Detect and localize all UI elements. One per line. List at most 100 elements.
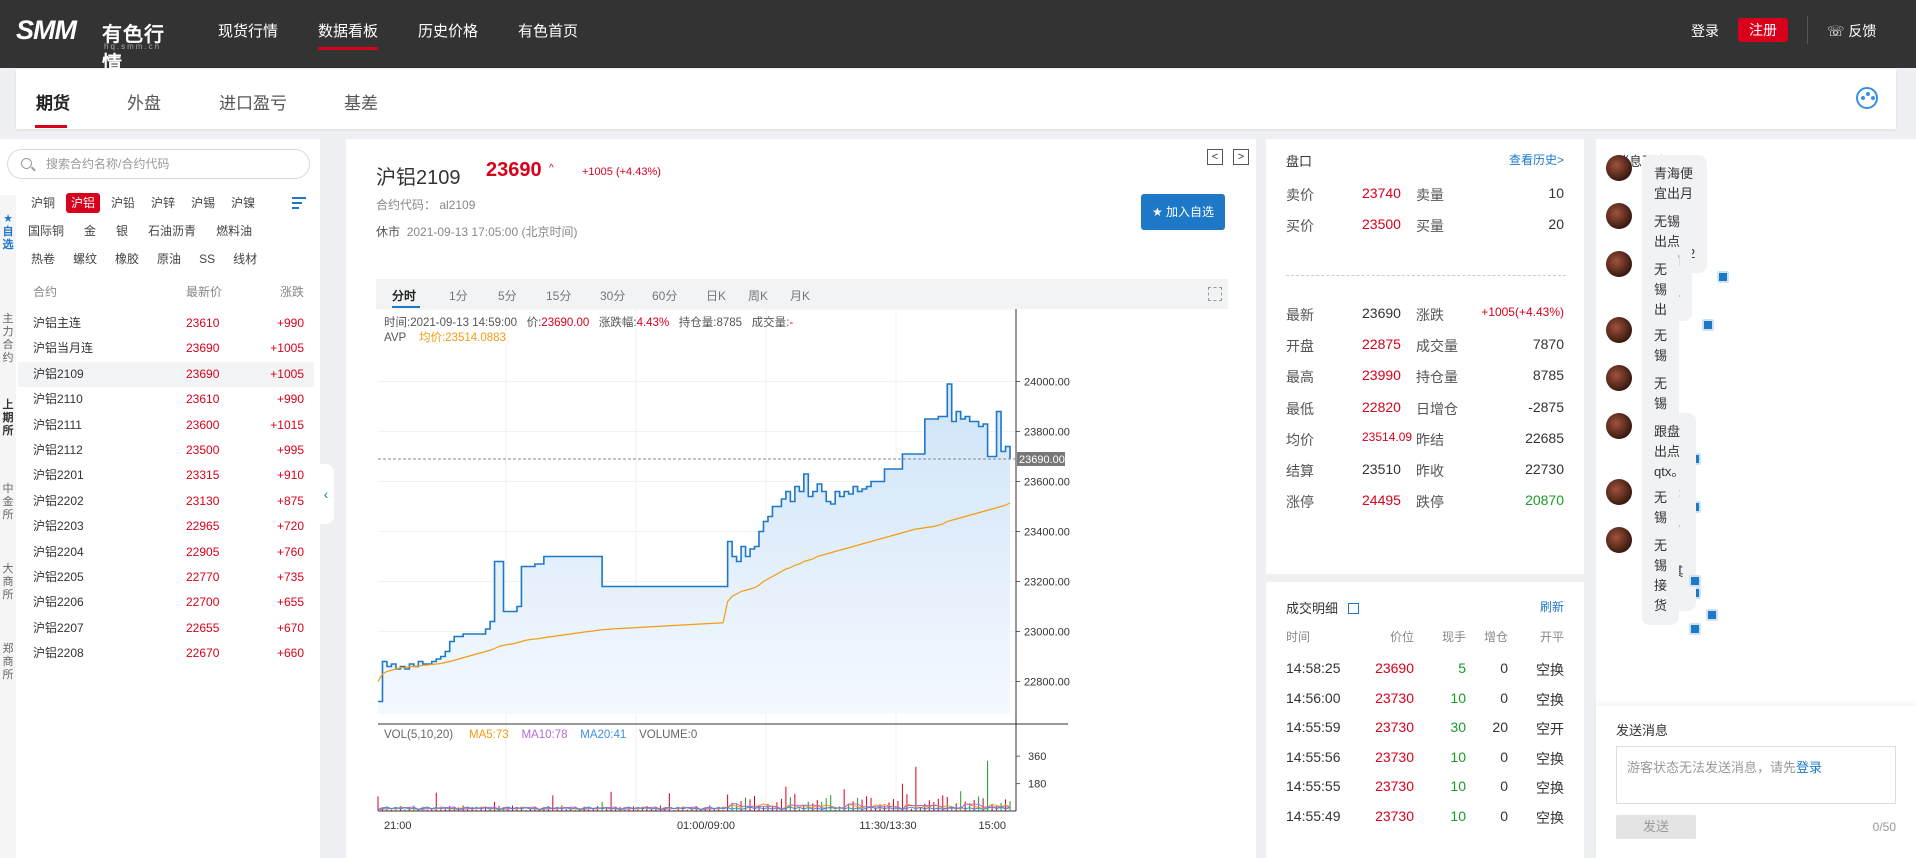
contract-price: 23500 — [186, 443, 220, 457]
contract-row[interactable]: 沪铝2201 23315 +910 — [18, 463, 314, 488]
tab-daily-k[interactable]: 日K — [706, 287, 726, 304]
contract-row[interactable]: 沪铝2111 23600 +1015 — [18, 413, 314, 438]
vtab-main-contracts[interactable]: 主力合约 — [2, 313, 14, 365]
metal-rubber[interactable]: 橡胶 — [110, 249, 144, 269]
tab-1min[interactable]: 1分 — [449, 287, 468, 304]
metal-copper[interactable]: 沪铜 — [26, 193, 60, 213]
feedback-link[interactable]: ☏ 反馈 — [1827, 21, 1876, 41]
tab-60min[interactable]: 60分 — [652, 287, 677, 304]
search-icon — [21, 158, 32, 169]
contract-row[interactable]: 沪铝2204 22905 +760 — [18, 540, 314, 565]
nav-spot[interactable]: 现货行情 — [218, 0, 278, 68]
nav-home[interactable]: 有色首页 — [518, 0, 578, 68]
metal-aluminum[interactable]: 沪铝 — [66, 193, 101, 213]
timeshare-chart[interactable]: 24000.00 23800.00 23600.00 23400.00 23200.00… — [376, 309, 1228, 849]
category-tabs: 期货 外盘 进口盈亏 基差 — [16, 69, 1896, 129]
metal-rebar[interactable]: 螺纹 — [68, 249, 102, 269]
contract-change: +760 — [276, 544, 304, 559]
metal-gold[interactable]: 金 — [79, 221, 101, 241]
contract-row[interactable]: 沪铝2202 23130 +875 — [18, 489, 314, 514]
send-button[interactable]: 发送 — [1616, 815, 1696, 839]
avatar — [1606, 155, 1632, 181]
vtab-favorites[interactable]: ★ 自选 — [2, 213, 14, 252]
contract-row[interactable]: 沪铝2206 22700 +655 — [18, 590, 314, 615]
metal-nickel[interactable]: 沪镍 — [226, 193, 260, 213]
tab-timeshare[interactable]: 分时 — [392, 287, 416, 304]
tab-weekly-k[interactable]: 周K — [748, 287, 768, 304]
contract-change: +735 — [276, 570, 304, 584]
fullscreen-icon[interactable] — [1208, 287, 1222, 301]
refresh-link[interactable]: 刷新 — [1540, 598, 1564, 615]
smm-logo[interactable]: SMM 有色行情 hq.smm.cn — [14, 14, 184, 75]
contract-row[interactable]: 沪铝主连 23610 +990 — [18, 311, 314, 336]
nav-history[interactable]: 历史价格 — [418, 0, 478, 68]
contract-change: +670 — [276, 620, 304, 635]
contract-row[interactable]: 沪铝2109 23690 +1005 — [18, 361, 314, 387]
tab-monthly-k[interactable]: 月K — [790, 287, 810, 304]
contract-change: +995 — [276, 443, 304, 457]
register-button[interactable]: 注册 — [1738, 18, 1788, 42]
crosshair-info: 时间:2021-09-13 14:59:00 价:23690.00 涨跌幅:4.… — [384, 314, 793, 330]
metal-wire-rod[interactable]: 线材 — [228, 249, 262, 269]
tab-futures[interactable]: 期货 — [36, 89, 70, 114]
contract-row[interactable]: 沪铝2112 23500 +995 — [18, 438, 314, 463]
contract-change: +1005 — [270, 341, 304, 356]
metal-crude[interactable]: 原油 — [152, 249, 186, 269]
quote-label: 结算 — [1286, 463, 1314, 479]
metal-intl-copper[interactable]: 国际铜 — [23, 221, 69, 241]
prev-contract-button[interactable]: < — [1207, 149, 1223, 165]
tab-overseas[interactable]: 外盘 — [127, 89, 161, 114]
contract-change: +720 — [276, 519, 304, 534]
contract-name: 沪铝主连 — [33, 316, 82, 330]
vtab-cffex[interactable]: 中金所 — [2, 483, 14, 522]
add-favorite-button[interactable]: ★ 加入自选 — [1141, 194, 1225, 230]
view-history-link[interactable]: 查看历史> — [1509, 151, 1564, 168]
tab-30min[interactable]: 30分 — [600, 287, 625, 304]
contract-name: 沪铝当月连 — [33, 341, 94, 356]
list-icon[interactable] — [1347, 603, 1359, 614]
contract-row[interactable]: 沪铝2110 23610 +990 — [18, 387, 314, 412]
quote-label: 最高 — [1286, 369, 1314, 386]
metal-asphalt[interactable]: 石油沥青 — [143, 221, 201, 241]
trade-oi-change: 0 — [1500, 660, 1508, 676]
login-link-inline[interactable]: 登录 — [1796, 760, 1822, 775]
filter-icon[interactable] — [292, 197, 306, 212]
vtab-dce[interactable]: 大商所 — [2, 563, 14, 602]
tab-basis[interactable]: 基差 — [344, 89, 378, 114]
metal-lead[interactable]: 沪铅 — [106, 193, 140, 213]
quote-value: 20870 — [1525, 492, 1564, 509]
message-input[interactable]: 游客状态无法发送消息，请先登录 — [1616, 746, 1896, 804]
avatar — [1606, 203, 1632, 229]
trade-oi-change: 0 — [1500, 807, 1508, 824]
latest-price: 23690 — [486, 159, 542, 181]
nav-dashboard[interactable]: 数据看板 — [318, 0, 379, 68]
trade-price: 23730 — [1375, 807, 1414, 824]
contract-row[interactable]: 沪铝当月连 23690 +1005 — [18, 336, 314, 361]
user-badge-icon — [1706, 609, 1718, 621]
palette-icon[interactable] — [1856, 87, 1878, 109]
search-input[interactable]: 搜索合约名称/合约代码 — [7, 149, 310, 179]
y-tick-label: 23600.00 — [1024, 477, 1070, 489]
quote-value: 23990 — [1362, 367, 1401, 384]
metal-zinc[interactable]: 沪锌 — [146, 193, 180, 213]
tab-5min[interactable]: 5分 — [498, 287, 517, 304]
tab-import-pnl[interactable]: 进口盈亏 — [219, 89, 287, 114]
collapse-panel-button[interactable]: ‹ — [318, 464, 334, 524]
metal-fuel-oil[interactable]: 燃料油 — [211, 221, 257, 241]
trade-time: 14:56:00 — [1286, 689, 1341, 706]
metal-ss[interactable]: SS — [194, 249, 220, 269]
contract-row[interactable]: 沪铝2203 22965 +720 — [18, 514, 314, 539]
metal-silver[interactable]: 银 — [111, 221, 133, 241]
tab-15min[interactable]: 15分 — [546, 287, 571, 304]
vtab-czce[interactable]: 郑商所 — [2, 643, 14, 682]
quote-value: 22685 — [1525, 429, 1564, 446]
contract-row[interactable]: 沪铝2208 22670 +660 — [18, 641, 314, 666]
metal-tin[interactable]: 沪锡 — [186, 193, 220, 213]
quote-value: 10 — [1548, 185, 1564, 201]
contract-row[interactable]: 沪铝2205 22770 +735 — [18, 565, 314, 590]
contract-row[interactable]: 沪铝2207 22655 +670 — [18, 616, 314, 641]
vtab-shfe[interactable]: 上期所 — [2, 399, 14, 438]
metal-hot-coil[interactable]: 热卷 — [26, 249, 60, 269]
login-link[interactable]: 登录 — [1691, 21, 1719, 41]
next-contract-button[interactable]: > — [1233, 149, 1249, 165]
